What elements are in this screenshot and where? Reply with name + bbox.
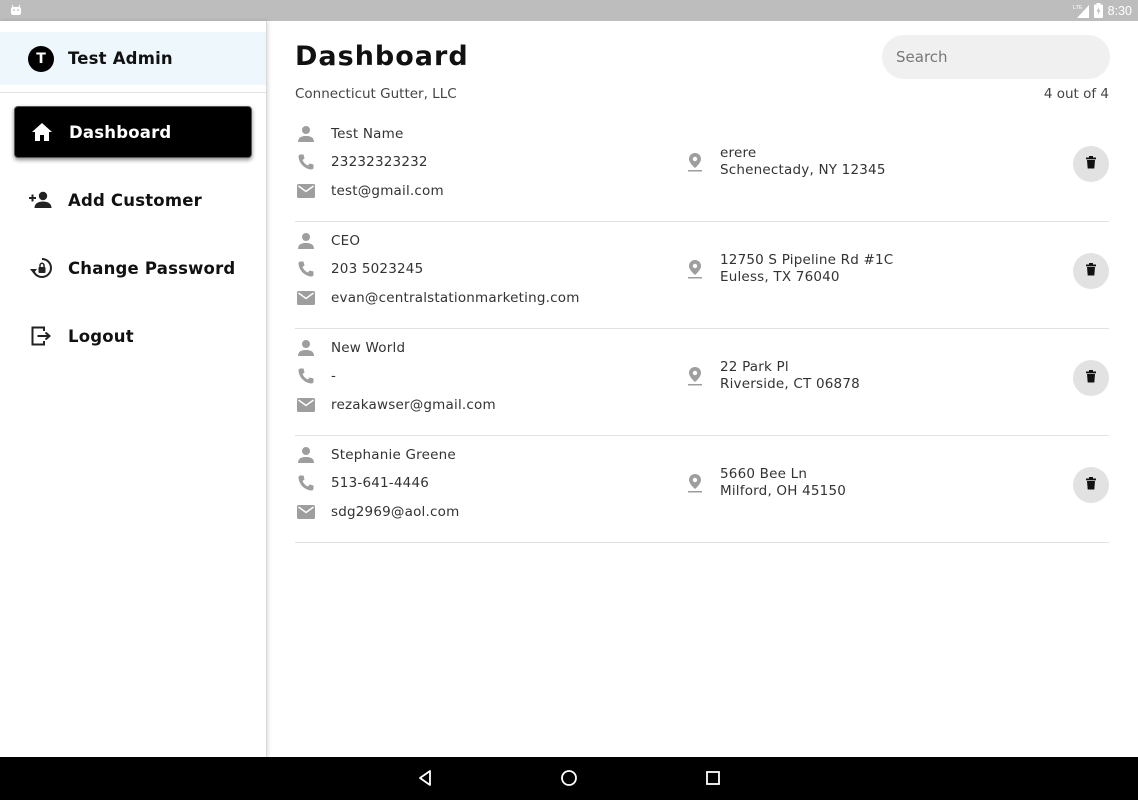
trash-icon — [1085, 370, 1097, 386]
person-icon — [295, 230, 317, 252]
logout-icon — [28, 324, 54, 348]
delete-customer-button[interactable] — [1073, 360, 1109, 396]
customer-row[interactable]: Stephanie Greene 513-641-4446 sdg2969@ao… — [295, 436, 1109, 543]
address-line1: 22 Park Pl — [720, 359, 789, 375]
customer-phone-line: - — [295, 364, 336, 388]
sidebar: T Test Admin Dashboard Add Customer Chan… — [0, 21, 267, 757]
customer-email-line: sdg2969@aol.com — [295, 500, 459, 524]
customer-phone: 23232323232 — [331, 154, 428, 170]
trash-icon — [1085, 263, 1097, 279]
location-pin-icon — [684, 364, 706, 388]
lock-reset-icon — [28, 256, 54, 280]
customer-name-line: Test Name — [295, 122, 404, 146]
customer-email-line: test@gmail.com — [295, 179, 444, 203]
delete-customer-button[interactable] — [1073, 467, 1109, 503]
person-icon — [295, 123, 317, 145]
customer-name: Test Name — [331, 126, 404, 142]
trash-icon — [1085, 477, 1097, 493]
status-time: 8:30 — [1107, 3, 1132, 18]
signal-icon: LTE — [1073, 5, 1089, 18]
phone-icon — [295, 151, 317, 173]
address-line1: 12750 S Pipeline Rd #1C — [720, 252, 894, 268]
customer-address: 12750 S Pipeline Rd #1C Euless, TX 76040 — [684, 252, 893, 286]
sidebar-item-logout[interactable]: Logout — [14, 310, 252, 362]
sidebar-divider — [0, 92, 266, 93]
android-icon — [11, 4, 21, 15]
company-name: Connecticut Gutter, LLC — [295, 86, 457, 102]
address-line2: Schenectady, NY 12345 — [720, 162, 886, 178]
back-icon[interactable] — [415, 768, 435, 788]
person-icon — [295, 444, 317, 466]
customer-email: test@gmail.com — [331, 183, 444, 199]
customer-name: CEO — [331, 233, 361, 249]
search-input[interactable] — [882, 35, 1110, 79]
customer-list: Test Name 23232323232 test@gmail.com ere… — [295, 115, 1109, 543]
location-pin-icon — [684, 471, 706, 495]
address-line2: Euless, TX 76040 — [720, 269, 840, 285]
phone-icon — [295, 472, 317, 494]
status-bar: LTE 8:30 — [0, 0, 1138, 21]
delete-customer-button[interactable] — [1073, 253, 1109, 289]
customer-name-line: CEO — [295, 229, 360, 253]
svg-text:LTE: LTE — [1073, 5, 1083, 11]
customer-name-line: Stephanie Greene — [295, 443, 456, 467]
sidebar-item-label: Change Password — [68, 258, 236, 278]
delete-customer-button[interactable] — [1073, 146, 1109, 182]
customer-email-line: evan@centralstationmarketing.com — [295, 286, 580, 310]
address-line1: 5660 Bee Ln — [720, 466, 808, 482]
email-icon — [295, 501, 317, 523]
address-line2: Milford, OH 45150 — [720, 483, 847, 499]
trash-icon — [1085, 156, 1097, 172]
result-count: 4 out of 4 — [1043, 86, 1109, 102]
phone-icon — [295, 365, 317, 387]
customer-email-line: rezakawser@gmail.com — [295, 393, 496, 417]
sidebar-item-dashboard[interactable]: Dashboard — [14, 106, 252, 158]
main-content: Dashboard Connecticut Gutter, LLC 4 out … — [268, 21, 1138, 757]
home-circle-icon[interactable] — [559, 768, 579, 788]
page-title: Dashboard — [295, 41, 469, 72]
customer-row[interactable]: Test Name 23232323232 test@gmail.com ere… — [295, 115, 1109, 222]
customer-phone: 203 5023245 — [331, 261, 424, 277]
customer-phone-line: 513-641-4446 — [295, 471, 429, 495]
customer-name-line: New World — [295, 336, 405, 360]
customer-row[interactable]: CEO 203 5023245 evan@centralstationmarke… — [295, 222, 1109, 329]
phone-icon — [295, 258, 317, 280]
sidebar-item-label: Dashboard — [69, 122, 172, 142]
sidebar-item-label: Logout — [68, 326, 134, 346]
sidebar-item-change-password[interactable]: Change Password — [14, 242, 252, 294]
avatar: T — [28, 45, 54, 72]
address-line2: Riverside, CT 06878 — [720, 376, 860, 392]
customer-phone-line: 23232323232 — [295, 150, 428, 174]
sidebar-item-add-customer[interactable]: Add Customer — [14, 174, 252, 226]
customer-phone: - — [331, 368, 337, 384]
customer-email: sdg2969@aol.com — [331, 504, 460, 520]
recents-icon[interactable] — [703, 768, 723, 788]
customer-phone-line: 203 5023245 — [295, 257, 423, 281]
customer-email: rezakawser@gmail.com — [331, 397, 496, 413]
customer-email: evan@centralstationmarketing.com — [331, 290, 580, 306]
system-nav-bar — [0, 757, 1138, 800]
person-icon — [295, 337, 317, 359]
customer-address: 5660 Bee Ln Milford, OH 45150 — [684, 466, 846, 500]
email-icon — [295, 180, 317, 202]
user-header: T Test Admin — [0, 32, 266, 85]
person-add-icon — [28, 188, 54, 212]
user-name: Test Admin — [68, 49, 173, 68]
location-pin-icon — [684, 150, 706, 174]
customer-name: New World — [331, 340, 406, 356]
address-line1: erere — [720, 145, 757, 161]
customer-phone: 513-641-4446 — [331, 475, 430, 491]
battery-icon — [1093, 3, 1103, 18]
location-pin-icon — [684, 257, 706, 281]
sidebar-item-label: Add Customer — [68, 190, 202, 210]
customer-row[interactable]: New World - rezakawser@gmail.com 22 Park… — [295, 329, 1109, 436]
home-icon — [29, 120, 55, 144]
customer-address: erere Schenectady, NY 12345 — [684, 145, 886, 179]
email-icon — [295, 287, 317, 309]
email-icon — [295, 394, 317, 416]
customer-name: Stephanie Greene — [331, 447, 456, 463]
customer-address: 22 Park Pl Riverside, CT 06878 — [684, 359, 860, 393]
